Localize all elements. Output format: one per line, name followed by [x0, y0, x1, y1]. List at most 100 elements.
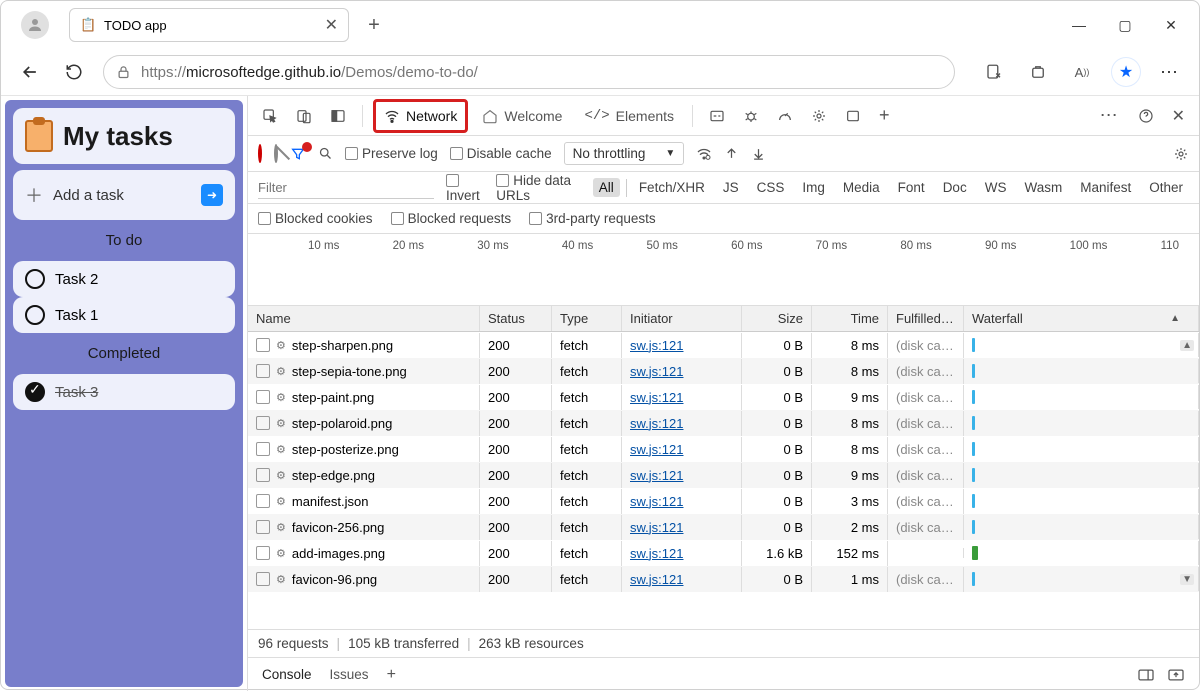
- export-har-icon[interactable]: [751, 146, 766, 161]
- import-har-icon[interactable]: [724, 146, 739, 161]
- scroll-up-icon[interactable]: ▲: [1180, 340, 1194, 351]
- col-fulfilled[interactable]: Fulfilled…: [888, 306, 964, 331]
- task-circle-icon[interactable]: [25, 269, 45, 289]
- scroll-down-icon[interactable]: ▼: [1180, 574, 1194, 585]
- table-row[interactable]: ⚙step-sharpen.png200fetchsw.js:1210 B8 m…: [248, 332, 1199, 358]
- performance-icon[interactable]: [771, 104, 799, 128]
- preserve-log-checkbox[interactable]: Preserve log: [345, 146, 438, 161]
- reading-mode-icon[interactable]: A)): [1067, 57, 1097, 87]
- col-initiator[interactable]: Initiator: [622, 306, 742, 331]
- filter-type-media[interactable]: Media: [837, 178, 886, 197]
- search-icon[interactable]: [318, 146, 333, 161]
- col-name[interactable]: Name: [248, 306, 480, 331]
- blocked-requests-checkbox[interactable]: Blocked requests: [391, 211, 512, 226]
- clear-button[interactable]: [274, 146, 278, 161]
- record-button[interactable]: [258, 146, 262, 161]
- add-task-input[interactable]: ＋ Add a task ➜: [13, 170, 235, 220]
- table-row[interactable]: ⚙favicon-256.png200fetchsw.js:1210 B2 ms…: [248, 514, 1199, 540]
- bug-icon[interactable]: [737, 104, 765, 128]
- tab-elements[interactable]: </> Elements: [576, 102, 682, 130]
- row-initiator[interactable]: sw.js:121: [622, 515, 742, 540]
- row-initiator[interactable]: sw.js:121: [622, 489, 742, 514]
- browser-tab[interactable]: 📋 TODO app ✕: [69, 8, 349, 42]
- filter-type-ws[interactable]: WS: [979, 178, 1013, 197]
- table-row[interactable]: ⚙step-edge.png200fetchsw.js:1210 B9 ms(d…: [248, 462, 1199, 488]
- filter-type-doc[interactable]: Doc: [937, 178, 973, 197]
- throttling-select[interactable]: No throttling▼: [564, 142, 685, 165]
- edit-page-icon[interactable]: [979, 57, 1009, 87]
- favorite-star-icon[interactable]: ★: [1111, 57, 1141, 87]
- help-icon[interactable]: [1132, 104, 1160, 128]
- drawer-tab-console[interactable]: Console: [262, 667, 312, 682]
- filter-type-img[interactable]: Img: [796, 178, 831, 197]
- third-party-checkbox[interactable]: 3rd-party requests: [529, 211, 656, 226]
- network-conditions-icon[interactable]: [696, 146, 712, 162]
- filter-type-js[interactable]: JS: [717, 178, 745, 197]
- filter-type-font[interactable]: Font: [892, 178, 931, 197]
- dock-side-icon[interactable]: [324, 104, 352, 128]
- filter-type-other[interactable]: Other: [1143, 178, 1189, 197]
- hide-data-urls-checkbox[interactable]: Hide data URLs: [496, 173, 581, 203]
- row-initiator[interactable]: sw.js:121: [622, 333, 742, 358]
- browser-menu-icon[interactable]: ⋯: [1155, 57, 1185, 87]
- col-type[interactable]: Type: [552, 306, 622, 331]
- back-button[interactable]: [15, 57, 45, 87]
- settings-gear-icon[interactable]: [805, 104, 833, 128]
- row-initiator[interactable]: sw.js:121: [622, 385, 742, 410]
- row-initiator[interactable]: sw.js:121: [622, 437, 742, 462]
- responsive-icon[interactable]: [839, 104, 867, 128]
- task-item-done[interactable]: Task 3: [13, 374, 235, 410]
- table-row[interactable]: ⚙favicon-96.png200fetchsw.js:1210 B1 ms(…: [248, 566, 1199, 592]
- window-close-icon[interactable]: ✕: [1161, 17, 1181, 34]
- network-settings-icon[interactable]: [1173, 146, 1189, 162]
- devtools-menu-icon[interactable]: ⋯: [1094, 101, 1126, 130]
- row-checkbox[interactable]: [256, 390, 270, 404]
- refresh-button[interactable]: [59, 57, 89, 87]
- task-item[interactable]: Task 1: [13, 297, 235, 333]
- table-row[interactable]: ⚙add-images.png200fetchsw.js:1211.6 kB15…: [248, 540, 1199, 566]
- row-checkbox[interactable]: [256, 546, 270, 560]
- drawer-add-icon[interactable]: +: [387, 666, 396, 684]
- row-initiator[interactable]: sw.js:121: [622, 567, 742, 592]
- task-check-icon[interactable]: [25, 382, 45, 402]
- filter-input[interactable]: [258, 177, 434, 199]
- table-row[interactable]: ⚙step-paint.png200fetchsw.js:1210 B9 ms(…: [248, 384, 1199, 410]
- tab-close-icon[interactable]: ✕: [325, 15, 338, 35]
- table-row[interactable]: ⚙step-sepia-tone.png200fetchsw.js:1210 B…: [248, 358, 1199, 384]
- disable-cache-checkbox[interactable]: Disable cache: [450, 146, 552, 161]
- col-status[interactable]: Status: [480, 306, 552, 331]
- filter-type-wasm[interactable]: Wasm: [1018, 178, 1068, 197]
- filter-type-fetchxhr[interactable]: Fetch/XHR: [633, 178, 711, 197]
- row-checkbox[interactable]: [256, 572, 270, 586]
- col-size[interactable]: Size: [742, 306, 812, 331]
- table-row[interactable]: ⚙manifest.json200fetchsw.js:1210 B3 ms(d…: [248, 488, 1199, 514]
- row-checkbox[interactable]: [256, 520, 270, 534]
- task-circle-icon[interactable]: [25, 305, 45, 325]
- add-task-submit-icon[interactable]: ➜: [201, 184, 223, 206]
- row-checkbox[interactable]: [256, 494, 270, 508]
- table-row[interactable]: ⚙step-posterize.png200fetchsw.js:1210 B8…: [248, 436, 1199, 462]
- drawer-expand-icon[interactable]: [1167, 668, 1185, 682]
- drawer-dock-icon[interactable]: [1137, 668, 1155, 682]
- filter-toggle-icon[interactable]: [290, 146, 306, 162]
- window-maximize-icon[interactable]: ▢: [1115, 17, 1135, 34]
- row-initiator[interactable]: sw.js:121: [622, 411, 742, 436]
- filter-type-all[interactable]: All: [593, 178, 620, 197]
- row-initiator[interactable]: sw.js:121: [622, 541, 742, 566]
- row-checkbox[interactable]: [256, 338, 270, 352]
- window-minimize-icon[interactable]: —: [1069, 17, 1089, 34]
- filter-type-manifest[interactable]: Manifest: [1074, 178, 1137, 197]
- col-time[interactable]: Time: [812, 306, 888, 331]
- devtools-close-icon[interactable]: ✕: [1166, 102, 1191, 130]
- row-checkbox[interactable]: [256, 416, 270, 430]
- invert-checkbox[interactable]: Invert: [446, 173, 484, 203]
- command-menu-icon[interactable]: [703, 104, 731, 128]
- row-initiator[interactable]: sw.js:121: [622, 463, 742, 488]
- blocked-cookies-checkbox[interactable]: Blocked cookies: [258, 211, 373, 226]
- address-bar[interactable]: https://microsoftedge.github.io/Demos/de…: [103, 55, 955, 89]
- table-header[interactable]: Name Status Type Initiator Size Time Ful…: [248, 306, 1199, 332]
- task-item[interactable]: Task 2: [13, 261, 235, 297]
- table-row[interactable]: ⚙step-polaroid.png200fetchsw.js:1210 B8 …: [248, 410, 1199, 436]
- row-initiator[interactable]: sw.js:121: [622, 359, 742, 384]
- row-checkbox[interactable]: [256, 468, 270, 482]
